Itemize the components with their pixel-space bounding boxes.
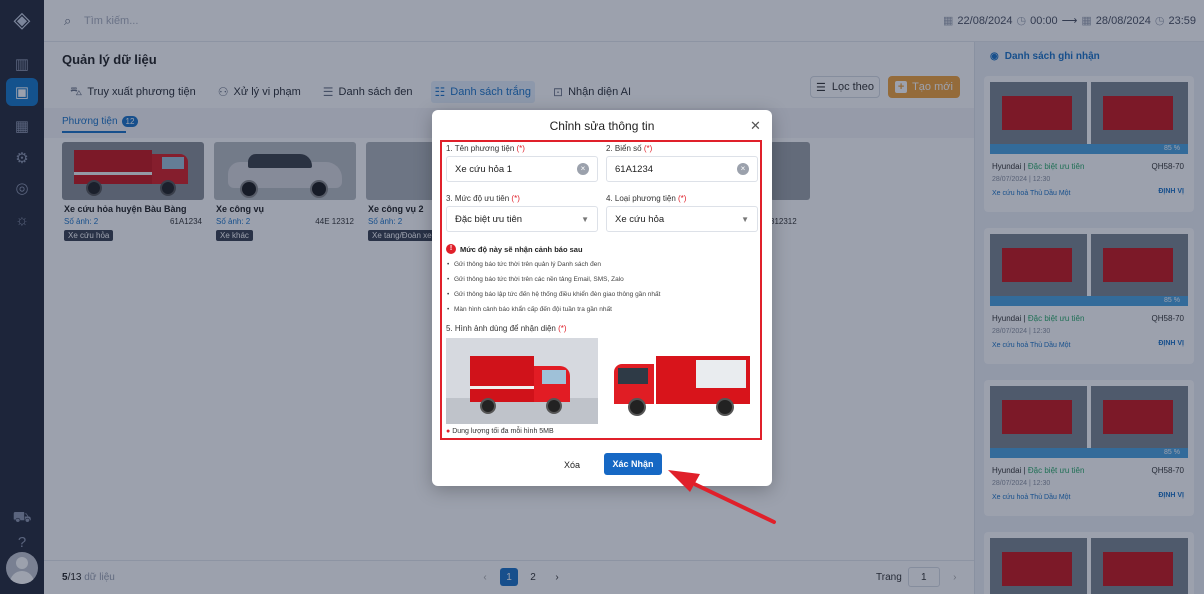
- label-text: 4. Loại phương tiện: [606, 194, 676, 203]
- warning-bullet: Gửi thông báo tức thời trên quản lý Danh…: [447, 261, 601, 268]
- warning-heading: ! Mức độ này sẽ nhận cảnh báo sau: [446, 244, 583, 254]
- chevron-down-icon: ▼: [741, 214, 749, 224]
- plate-input[interactable]: 61A1234 ×: [606, 156, 758, 182]
- confirm-button[interactable]: Xác Nhận: [604, 453, 662, 475]
- label-text: 1. Tên phương tiện: [446, 144, 515, 153]
- field-value: Đặc biệt ưu tiên: [455, 213, 523, 225]
- required-mark: (*): [678, 194, 687, 203]
- warning-bullet: Gửi thông báo tức thời trên các nền tảng…: [447, 276, 624, 283]
- required-mark: (*): [511, 194, 520, 203]
- vehicle-name-input[interactable]: Xe cứu hỏa 1 ×: [446, 156, 598, 182]
- priority-select[interactable]: Đặc biệt ưu tiên ▼: [446, 206, 598, 232]
- chevron-down-icon: ▼: [581, 214, 589, 224]
- required-mark: (*): [558, 324, 567, 333]
- field-value: Xe cứu hỏa: [615, 213, 665, 225]
- field-value: Xe cứu hỏa 1: [455, 163, 513, 175]
- vehicle-type-select[interactable]: Xe cứu hỏa ▼: [606, 206, 758, 232]
- clear-icon[interactable]: ×: [737, 163, 749, 175]
- warning-text: Mức độ này sẽ nhận cảnh báo sau: [460, 244, 583, 254]
- vehicle-type-label: 4. Loại phương tiện (*): [606, 194, 686, 203]
- vehicle-name-label: 1. Tên phương tiện (*): [446, 144, 525, 153]
- note-text: Dung lượng tối đa mỗi hình 5MB: [452, 428, 554, 435]
- recognition-image[interactable]: [606, 338, 756, 424]
- modal-title: Chỉnh sửa thông tin: [549, 119, 655, 133]
- warning-bullet: Màn hình cảnh báo khẩn cấp đến đội tuần …: [447, 306, 612, 313]
- images-label: 5. Hình ảnh dùng để nhận diện (*): [446, 324, 567, 333]
- delete-button[interactable]: Xóa: [542, 454, 602, 476]
- label-text: 5. Hình ảnh dùng để nhận diện: [446, 324, 556, 333]
- size-note: ● Dung lượng tối đa mỗi hình 5MB: [446, 428, 554, 435]
- clear-icon[interactable]: ×: [577, 163, 589, 175]
- field-value: 61A1234: [615, 163, 654, 175]
- close-icon[interactable]: ✕: [750, 118, 761, 134]
- priority-label: 3. Mức độ ưu tiên (*): [446, 194, 520, 203]
- required-mark: (*): [643, 144, 653, 153]
- edit-info-modal: Chỉnh sửa thông tin ✕ 1. Tên phương tiện…: [432, 110, 772, 486]
- label-text: 3. Mức độ ưu tiên: [446, 194, 510, 203]
- warning-bullet: Gửi thông báo lập tức đến hệ thống điều …: [447, 291, 660, 298]
- plate-label: 2. Biển số (*): [606, 144, 652, 153]
- alert-icon: !: [446, 244, 456, 254]
- recognition-image[interactable]: [446, 338, 598, 424]
- label-text: 2. Biển số: [606, 144, 642, 153]
- required-mark: (*): [516, 144, 525, 153]
